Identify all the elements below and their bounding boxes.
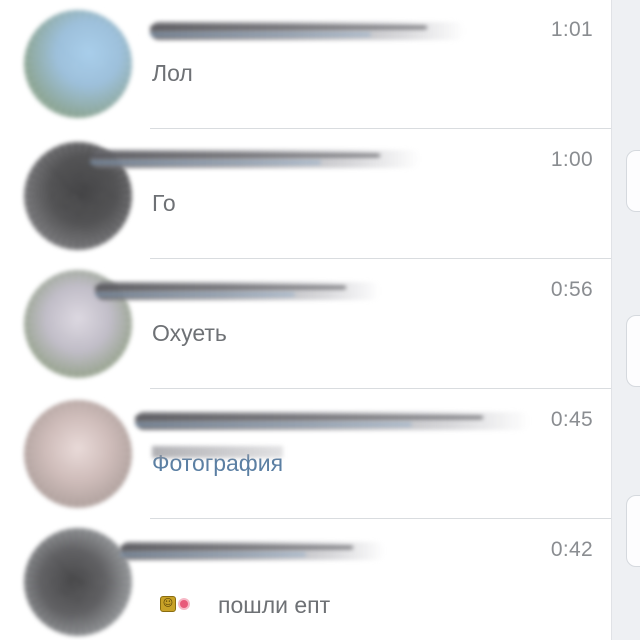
message-bubble-edge bbox=[626, 495, 640, 567]
conversation-row[interactable]: 0:42 ☺ пошли епт bbox=[0, 520, 611, 640]
message-time: 1:01 bbox=[550, 18, 593, 41]
avatar bbox=[24, 528, 132, 636]
avatar bbox=[24, 400, 132, 508]
contact-name-redacted bbox=[120, 542, 385, 560]
row-divider bbox=[150, 128, 611, 129]
last-message-text: пошли епт bbox=[218, 592, 331, 618]
message-time: 0:42 bbox=[550, 538, 593, 561]
conversation-row[interactable]: 0:45 Фотография bbox=[0, 390, 611, 519]
row-divider bbox=[150, 258, 611, 259]
contact-name-redacted bbox=[135, 412, 530, 430]
message-time: 1:00 bbox=[550, 148, 593, 171]
conversation-row[interactable]: 1:00 Го bbox=[0, 130, 611, 259]
old-man-emoji-icon: ☺ bbox=[160, 596, 176, 612]
last-message-text: Го bbox=[152, 190, 176, 216]
avatar bbox=[24, 10, 132, 118]
chat-panel-edge bbox=[612, 0, 640, 640]
last-message-text: Лол bbox=[152, 60, 193, 86]
flower-emoji-icon bbox=[180, 600, 188, 608]
message-bubble-edge bbox=[626, 150, 640, 212]
message-time: 0:56 bbox=[550, 278, 593, 301]
last-message-attachment[interactable]: Фотография bbox=[152, 450, 283, 477]
last-message-text: Охуеть bbox=[152, 320, 227, 346]
message-emoji-group: ☺ bbox=[160, 596, 188, 612]
conversation-row[interactable]: 1:01 Лол bbox=[0, 0, 611, 129]
row-divider bbox=[150, 388, 611, 389]
conversation-list: 1:01 Лол 1:00 Го 0:56 Охуеть 0:45 Фотогр… bbox=[0, 0, 612, 640]
conversation-row[interactable]: 0:56 Охуеть bbox=[0, 260, 611, 389]
message-bubble-edge bbox=[626, 315, 640, 387]
row-divider bbox=[150, 518, 611, 519]
contact-name-redacted bbox=[150, 22, 465, 40]
contact-name-redacted bbox=[90, 150, 420, 168]
contact-name-redacted bbox=[95, 282, 380, 300]
message-time: 0:45 bbox=[550, 408, 593, 431]
